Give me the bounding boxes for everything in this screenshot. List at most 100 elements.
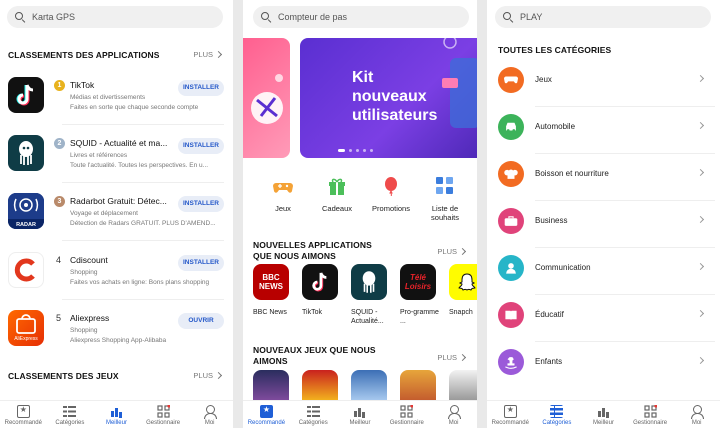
search-icon	[15, 12, 25, 22]
quick-link-promotions[interactable]: Promotions	[367, 176, 415, 222]
category-item-business[interactable]: Business	[497, 202, 715, 249]
tele-logo-text: Loisirs	[404, 282, 432, 291]
search-placeholder: PLAY	[520, 12, 543, 22]
more-apps-link[interactable]: PLUS	[193, 50, 223, 59]
categories-screen: PLAY TOUTES LES CATÉGORIES Jeux Automobi…	[487, 0, 720, 428]
app-tile[interactable]: TikTok	[302, 264, 342, 317]
bottom-nav: Recommandé Catégories Meilleur Gestionna…	[487, 400, 720, 428]
category-label: Boisson et nourriture	[535, 169, 609, 178]
app-name: Aliexpress	[70, 313, 110, 323]
nav-label: Recommandé	[4, 420, 42, 426]
more-label: PLUS	[437, 247, 457, 256]
game-tile[interactable]	[253, 370, 289, 400]
list-item[interactable]: 1 TikTok Médias et divertissements Faite…	[8, 77, 224, 127]
nav-categories[interactable]: Catégories	[47, 401, 94, 428]
banner-previous[interactable]	[243, 38, 290, 158]
install-button[interactable]: INSTALLER	[178, 138, 224, 154]
nav-recommended[interactable]: Recommandé	[243, 401, 290, 428]
divider	[535, 200, 715, 201]
install-button[interactable]: INSTALLER	[178, 80, 224, 96]
radarbot-app-icon: RADAR	[8, 193, 44, 229]
quick-link-gifts[interactable]: Cadeaux	[313, 176, 361, 222]
manager-icon	[643, 404, 658, 418]
category-item-automobile[interactable]: Automobile	[497, 108, 715, 155]
nav-label: Moi	[691, 420, 702, 426]
more-new-games-link[interactable]: PLUS	[437, 353, 467, 362]
nav-recommended[interactable]: Recommandé	[487, 401, 534, 428]
section-title-new-games: NOUVEAUX JEUX QUE NOUS AIMONS	[253, 345, 376, 366]
nav-categories[interactable]: Catégories	[290, 401, 337, 428]
quick-link-games[interactable]: Jeux	[259, 176, 307, 222]
game-tile[interactable]	[351, 370, 387, 400]
gold-medal-icon: 1	[54, 80, 65, 94]
install-button[interactable]: INSTALLER	[178, 255, 224, 271]
nav-recommended[interactable]: Recommandé	[0, 401, 47, 428]
game-tile[interactable]	[449, 370, 477, 400]
bottom-nav: Recommandé Catégories Meilleur Gestionna…	[0, 400, 233, 428]
list-item[interactable]: RADAR 3 Radarbot Gratuit: Détec... Voyag…	[8, 193, 224, 243]
nav-me[interactable]: Moi	[673, 401, 720, 428]
app-tile-label: Snapch	[449, 309, 473, 316]
category-item-education[interactable]: Éducatif	[497, 296, 715, 343]
nav-label: Meilleur	[592, 420, 614, 426]
nav-label: Recommandé	[491, 420, 529, 426]
manager-icon	[156, 404, 171, 418]
list-item[interactable]: AliExpress 5 Aliexpress Shopping Aliexpr…	[8, 310, 224, 360]
recommended-icon	[16, 405, 30, 418]
app-tile[interactable]: BBC NEWS BBC News	[253, 264, 293, 317]
categories-icon	[306, 405, 320, 418]
search-bar[interactable]: PLAY	[495, 6, 711, 28]
chevron-right-icon	[696, 121, 705, 130]
search-bar[interactable]: Karta GPS	[7, 6, 223, 28]
open-button[interactable]: OUVRIR	[178, 313, 224, 329]
nav-best[interactable]: Meilleur	[93, 401, 140, 428]
app-tile-label: SQUID - Actualité...	[351, 309, 384, 325]
promo-banner[interactable]: Kit nouveaux utilisateurs	[300, 38, 477, 158]
nav-me[interactable]: Moi	[186, 401, 233, 428]
category-label: Éducatif	[535, 310, 564, 319]
nav-manager[interactable]: Gestionnaire	[140, 401, 187, 428]
nav-label: Catégories	[298, 420, 328, 426]
nav-best[interactable]: Meilleur	[337, 401, 384, 428]
nav-manager[interactable]: Gestionnaire	[627, 401, 674, 428]
category-item-kids[interactable]: Enfants	[497, 343, 715, 390]
quick-link-label: Promotions	[372, 204, 410, 213]
app-name: Radarbot Gratuit: Détec...	[70, 196, 167, 206]
nav-label: Catégories	[55, 420, 85, 426]
app-tile[interactable]: SQUID - Actualité...	[351, 264, 391, 326]
bbc-logo-text: NEWS	[259, 282, 283, 291]
section-title-games: CLASSEMENTS DES JEUX	[8, 371, 119, 381]
chevron-right-icon	[214, 50, 223, 59]
game-tile[interactable]	[302, 370, 338, 400]
more-games-link[interactable]: PLUS	[193, 371, 223, 380]
gamepad-icon	[273, 176, 293, 196]
game-tile[interactable]	[400, 370, 436, 400]
chevron-right-icon	[696, 168, 705, 177]
more-new-apps-link[interactable]: PLUS	[437, 247, 467, 256]
list-item[interactable]: 2 SQUID - Actualité et ma... Livres et r…	[8, 135, 224, 185]
list-item[interactable]: 4 Cdiscount Shopping Faites vos achats e…	[8, 252, 224, 302]
quick-link-wishlist[interactable]: Liste de souhaits	[421, 176, 469, 222]
chart-icon	[353, 405, 366, 418]
app-tile[interactable]: Snapch	[449, 264, 477, 317]
search-bar[interactable]: Compteur de pas	[253, 6, 469, 28]
category-item-games[interactable]: Jeux	[497, 61, 715, 108]
chevron-right-icon	[696, 74, 705, 83]
silver-medal-icon: 2	[54, 138, 65, 152]
app-tile[interactable]: Télé Loisirs Pro-gramme ...	[400, 264, 440, 326]
install-button[interactable]: INSTALLER	[178, 196, 224, 212]
quick-link-label: Cadeaux	[321, 204, 353, 213]
manager-icon	[400, 404, 414, 418]
nav-me[interactable]: Moi	[430, 401, 477, 428]
nav-best[interactable]: Meilleur	[580, 401, 627, 428]
nav-label: Meilleur	[349, 420, 371, 426]
chart-icon	[597, 405, 610, 418]
category-label: Communication	[535, 263, 591, 272]
nav-categories[interactable]: Catégories	[534, 401, 581, 428]
category-item-food-drink[interactable]: Boisson et nourriture	[497, 155, 715, 202]
squid-app-icon	[8, 135, 44, 171]
nav-label: Recommandé	[247, 420, 286, 426]
category-item-communication[interactable]: Communication	[497, 249, 715, 296]
nav-manager[interactable]: Gestionnaire	[383, 401, 430, 428]
gift-icon	[327, 176, 347, 196]
